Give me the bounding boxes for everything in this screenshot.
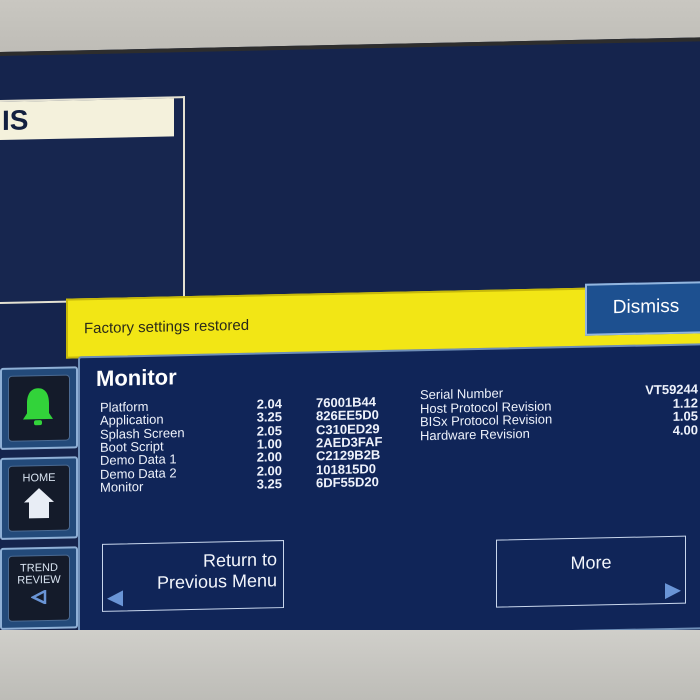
- dismiss-button[interactable]: Dismiss: [585, 281, 700, 336]
- sw-name: Monitor: [100, 478, 144, 495]
- title-label: IS: [0, 98, 174, 140]
- review-label: REVIEW: [17, 573, 61, 587]
- house-icon: [24, 488, 54, 519]
- panel-title: Monitor: [96, 364, 177, 391]
- alarm-button-face: [8, 374, 70, 442]
- info-name: Hardware Revision: [420, 425, 530, 443]
- home-button-face: HOME: [8, 464, 70, 532]
- monitor-info-panel: Monitor Platform 2.04 76001B44 Application 3…: [78, 343, 700, 643]
- home-label: HOME: [22, 471, 56, 485]
- display-screen: IS Factory settings restored Dismiss HOM…: [0, 37, 700, 646]
- monitor-bezel-bottom: [0, 630, 700, 700]
- return-label-line1: Return to: [202, 549, 277, 571]
- trend-button-face: TREND REVIEW: [8, 554, 70, 622]
- bell-icon: [23, 388, 53, 426]
- info-value: 4.00: [672, 421, 698, 438]
- return-label-line2: Previous Menu: [156, 570, 277, 593]
- more-button-label: More: [570, 552, 612, 574]
- notification-message: Factory settings restored: [84, 316, 250, 338]
- return-button-label: Return to Previous Menu: [157, 549, 277, 594]
- alarm-silence-button[interactable]: [0, 366, 78, 450]
- more-button[interactable]: More: [496, 535, 686, 608]
- sw-checksum: 6DF55D20: [316, 473, 379, 491]
- sw-version: 3.25: [256, 475, 282, 492]
- return-previous-menu-button[interactable]: Return to Previous Menu: [102, 540, 284, 612]
- home-button[interactable]: HOME: [0, 456, 78, 540]
- triangle-left-icon: [30, 589, 47, 606]
- title-panel: IS: [0, 96, 185, 304]
- arrow-right-icon: [665, 582, 681, 600]
- arrow-left-icon: [107, 590, 123, 607]
- trend-review-button[interactable]: TREND REVIEW: [0, 546, 78, 630]
